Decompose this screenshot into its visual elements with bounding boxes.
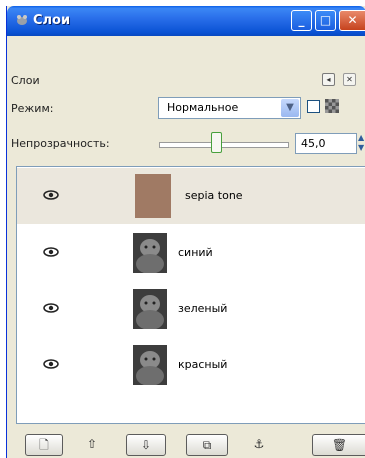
transparency-pattern-icon [325,99,339,113]
duplicate-layer-icon: ⧉ [202,438,212,452]
opacity-slider-handle[interactable] [211,132,222,153]
minimize-button[interactable]: _ [291,10,312,31]
window-title: Слои [33,13,71,28]
eye-icon[interactable] [43,303,59,313]
opacity-value: 45,0 [301,137,326,150]
layer-name: sepia tone [185,189,243,202]
layer-thumbnail [133,289,167,329]
eye-icon[interactable] [43,247,59,257]
mode-value: Нормальное [167,101,239,114]
anchor-layer-button[interactable]: ⚓ [246,434,272,456]
eye-icon[interactable] [43,359,59,369]
layer-thumbnail [133,345,167,385]
layer-thumbnail [135,174,171,218]
layer-name: красный [178,358,228,371]
new-layer-button[interactable]: 🗋 [25,434,63,456]
layer-row[interactable]: красный [17,337,365,393]
raise-layer-button[interactable]: ⇧ [79,434,105,456]
raise-layer-icon: ⇧ [86,437,98,451]
close-button[interactable]: ✕ [339,10,365,31]
panel-label: Слои [11,74,40,87]
eye-icon[interactable] [43,190,59,200]
chevron-down-icon[interactable]: ▼ [281,99,299,117]
lower-layer-button[interactable]: ⇩ [126,434,166,456]
layer-toolbar: 🗋 ⇧ ⇩ ⧉ ⚓ 🗑 [16,434,365,458]
lower-layer-icon: ⇩ [140,438,152,452]
title-bar[interactable]: Слои _ □ ✕ [7,6,365,36]
preserve-transparency-checkbox[interactable] [307,100,320,113]
mode-label: Режим: [11,102,54,115]
opacity-label: Непрозрачность: [11,137,110,150]
spin-arrows-icon[interactable]: ▲ ▼ [358,133,365,154]
layers-list: sepia tone синий зеленый красный [16,166,365,424]
panel-menu-button[interactable]: ◂ [322,73,335,86]
delete-layer-icon: 🗑 [331,438,348,452]
gimp-icon [17,15,27,25]
layers-dialog: Слои _ □ ✕ Слои ◂ ✕ Режим: Нормальное ▼ … [6,6,365,458]
layer-name: зеленый [178,302,228,315]
new-layer-icon: 🗋 [39,438,49,452]
duplicate-layer-button[interactable]: ⧉ [186,434,228,456]
layer-thumbnail [133,233,167,273]
panel-close-button[interactable]: ✕ [343,73,356,86]
layer-row[interactable]: sepia tone [17,168,365,224]
layer-name: синий [178,246,213,259]
layer-row[interactable]: синий [17,225,365,281]
mode-select[interactable]: Нормальное ▼ [158,97,301,119]
opacity-spinbox[interactable]: 45,0 [295,133,357,154]
delete-layer-button[interactable]: 🗑 [312,434,365,456]
anchor-layer-icon: ⚓ [253,437,265,451]
opacity-slider[interactable] [159,142,289,148]
maximize-button[interactable]: □ [315,10,336,31]
layer-row[interactable]: зеленый [17,281,365,337]
